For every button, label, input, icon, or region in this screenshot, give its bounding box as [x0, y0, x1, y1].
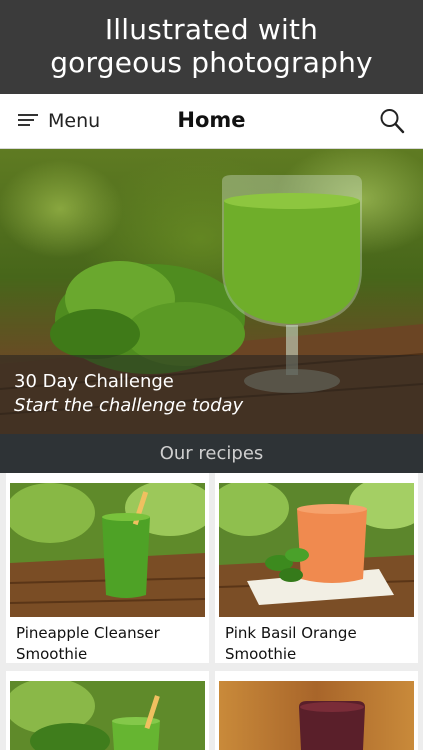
recipe-grid: Pineapple Cleanser Smoothie Pink Basil O…	[0, 473, 423, 750]
promo-banner: Illustrated with gorgeous photography	[0, 0, 423, 94]
recipe-name: Pink Basil Orange Smoothie	[225, 624, 357, 663]
search-icon[interactable]	[379, 107, 405, 135]
recipe-photo	[219, 483, 414, 617]
recipe-card[interactable]	[6, 671, 209, 750]
recipe-card[interactable]	[215, 671, 418, 750]
hero-subtitle: Start the challenge today	[14, 395, 244, 416]
hamburger-menu-icon	[18, 114, 38, 126]
section-header-recipes: Our recipes	[0, 434, 423, 473]
menu-label: Menu	[48, 110, 101, 132]
navigation-bar: Menu Home	[0, 94, 423, 149]
hero-caption: 30 Day Challenge Start the challenge tod…	[0, 355, 423, 434]
promo-line-2: gorgeous photography	[50, 46, 373, 79]
recipe-photo	[10, 681, 205, 750]
recipe-card[interactable]: Pineapple Cleanser Smoothie	[6, 473, 209, 663]
challenge-hero-card[interactable]: 30 Day Challenge Start the challenge tod…	[0, 149, 423, 434]
recipe-name: Pineapple Cleanser Smoothie	[16, 624, 160, 663]
menu-button[interactable]: Menu	[18, 108, 100, 134]
recipe-card[interactable]: Pink Basil Orange Smoothie	[215, 473, 418, 663]
promo-line-1: Illustrated with	[104, 13, 319, 46]
hero-title: 30 Day Challenge	[14, 371, 174, 392]
recipe-photo	[10, 483, 205, 617]
recipe-photo	[219, 681, 414, 750]
